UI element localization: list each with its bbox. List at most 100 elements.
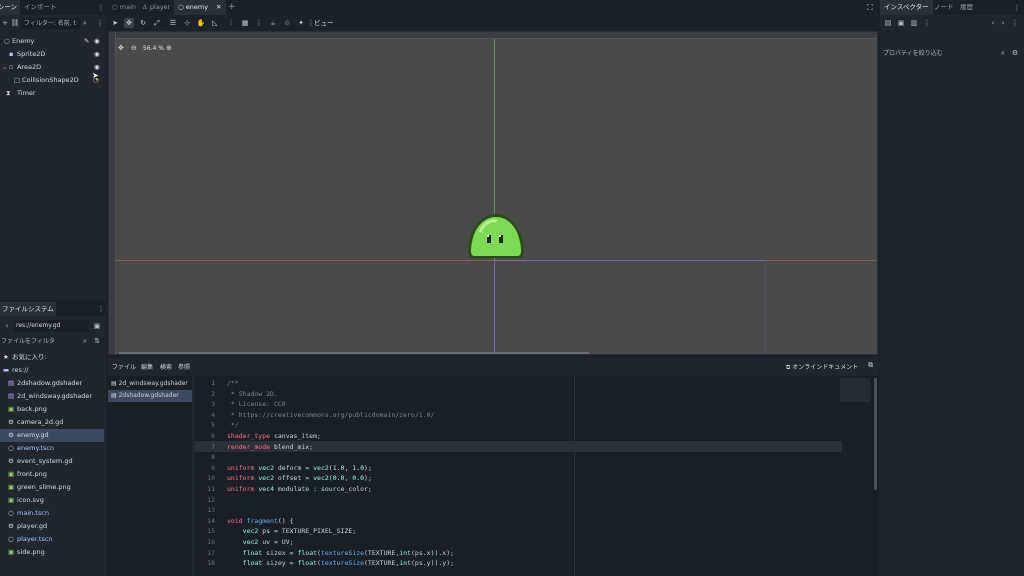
menu-file[interactable]: ファイル (112, 362, 136, 371)
ruler-tool-icon[interactable]: ◺ (210, 18, 220, 28)
new-resource-icon[interactable]: ▤ (883, 18, 893, 28)
zoom-level[interactable]: 56.4 % (143, 45, 164, 52)
fullscreen-toggle-icon[interactable]: ⛶ (867, 3, 873, 13)
property-options-icon[interactable]: ⚙ (1010, 48, 1020, 58)
tree-item-timer[interactable]: ⧗ Timer (0, 87, 104, 100)
history-forward-icon[interactable]: › (998, 18, 1008, 28)
sort-icon[interactable]: ⇅ (92, 336, 102, 346)
kebab-menu-icon[interactable]: ⋮ (96, 304, 106, 314)
save-resource-icon[interactable]: ▥ (909, 18, 919, 28)
code-line[interactable]: 8 (193, 452, 883, 463)
file-item[interactable]: ⚙ player.gd (0, 520, 104, 533)
code-line[interactable]: 16 vec2 uv = UV; (193, 537, 883, 548)
distraction-free-icon[interactable]: ⧉ (868, 361, 873, 370)
favorites-item[interactable]: ★ お気に入り: (0, 351, 104, 364)
horizontal-scrollbar[interactable] (119, 352, 589, 354)
move-tool-icon[interactable]: ✥ (124, 18, 134, 28)
file-item[interactable]: ○ enemy.tscn (0, 442, 104, 455)
visibility-eye-icon[interactable]: ◉ (94, 35, 100, 48)
code-line[interactable]: 3 * License: CC0 (193, 399, 883, 410)
tree-item-collisionshape2d[interactable]: □ CollisionShape2D ◔ (0, 74, 104, 87)
layout-toggle-icon[interactable]: ▣ (92, 321, 102, 331)
scene-filter-input[interactable]: フィルター: 名前, t (21, 18, 80, 29)
code-line[interactable]: 13 (193, 505, 883, 516)
file-item[interactable]: ▣ green_slime.png (0, 481, 104, 494)
file-item[interactable]: ▣ icon.svg (0, 494, 104, 507)
close-icon[interactable]: ✕ (216, 0, 221, 15)
add-node-icon[interactable]: + (0, 18, 10, 28)
pan-view-icon[interactable]: ✥ (118, 44, 124, 52)
menu-edit[interactable]: 編集 (141, 362, 153, 371)
code-line[interactable]: 18 float sizey = float(textureSize(TEXTU… (193, 558, 883, 569)
code-line[interactable]: 1 /** (193, 378, 883, 389)
grid-snap-icon[interactable]: ▦ (240, 18, 250, 28)
script-list-item-selected[interactable]: ▤ 2dshadow.gdshader (108, 390, 192, 402)
file-item[interactable]: ○ main.tscn (0, 507, 104, 520)
pivot-tool-icon[interactable]: ⊹ (182, 18, 192, 28)
group-icon[interactable]: ⊘ (282, 18, 292, 28)
menu-search[interactable]: 検索 (160, 362, 172, 371)
history-back-icon[interactable]: ‹ (988, 18, 998, 28)
property-filter-input[interactable]: プロパティを絞り込む (883, 48, 995, 59)
code-line[interactable]: 15 vec2 ps = TEXTURE_PIXEL_SIZE; (193, 526, 883, 537)
lock-icon[interactable]: 🔒︎ (268, 18, 278, 28)
search-icon[interactable]: ⌕ (80, 336, 90, 346)
file-item[interactable]: ▤ 2dshadow.gdshader (0, 377, 104, 390)
link-icon[interactable]: ⛓ (10, 18, 20, 28)
path-field[interactable]: res://enemy.gd (14, 320, 89, 332)
tab-enemy-scene[interactable]: ○ enemy ✕ (174, 0, 226, 15)
tab-history[interactable]: 履歴 (960, 0, 973, 15)
tab-main-scene[interactable]: ○ main (112, 0, 136, 15)
add-tab-button[interactable]: + (228, 0, 236, 15)
history-menu-icon[interactable]: ⋮ (1010, 18, 1020, 28)
canvas-viewport[interactable]: ✥ ⊖ 56.4 % ⊕ (108, 31, 878, 355)
code-line[interactable]: 7 render_mode blend_mix; (193, 442, 883, 453)
smart-snap-icon[interactable]: ⫶ (226, 18, 236, 28)
tab-filesystem[interactable]: ファイルシステム (0, 302, 56, 316)
search-icon[interactable]: ⌕ (80, 18, 90, 28)
code-line[interactable]: 4 * https://creativecommons.org/publicdo… (193, 410, 883, 421)
collapse-arrow-icon[interactable]: ⌄ (2, 61, 7, 74)
tab-node[interactable]: ノード (934, 0, 954, 15)
online-docs-button[interactable]: ⧉ オンラインドキュメント (786, 362, 858, 372)
code-line[interactable]: 9 uniform vec2 deform = vec2(1.0, 1.0); (193, 463, 883, 474)
file-filter-input[interactable]: ファイルをフィルタ (0, 336, 78, 347)
tab-player-scene[interactable]: ♙ player (142, 0, 170, 15)
kebab-menu-icon[interactable]: ⋮ (922, 18, 932, 28)
scale-tool-icon[interactable]: ⤢ (152, 18, 162, 28)
visibility-eye-icon[interactable]: ◉ (94, 48, 100, 61)
file-item[interactable]: ▣ back.png (0, 403, 104, 416)
zoom-out-icon[interactable]: ⊖ (131, 44, 137, 52)
file-item[interactable]: ⚙ event_system.gd (0, 455, 104, 468)
slime-sprite[interactable] (466, 212, 526, 260)
code-line[interactable]: 14 void fragment() { (193, 516, 883, 527)
code-line[interactable]: 10 uniform vec2 offset = vec2(0.0, 0.0); (193, 473, 883, 484)
code-line[interactable]: 5 */ (193, 420, 883, 431)
list-tool-icon[interactable]: ☰ (168, 18, 178, 28)
back-arrow-icon[interactable]: ‹ (2, 321, 12, 331)
kebab-menu-icon[interactable]: ⋮ (1012, 3, 1022, 13)
file-item[interactable]: ▤ 2d_windsway.gdshader (0, 390, 104, 403)
file-item[interactable]: ⚙ camera_2d.gd (0, 416, 104, 429)
file-item[interactable]: ⚙ enemy.gd (0, 429, 104, 442)
tree-item-enemy[interactable]: ○ Enemy ✎ ◉ (0, 35, 104, 48)
view-menu-button[interactable]: ビュー (314, 18, 334, 28)
tree-item-sprite2d[interactable]: ▪ Sprite2D ◉ (0, 48, 104, 61)
tab-scene[interactable]: シーン (0, 0, 20, 15)
code-line[interactable]: 11 uniform vec4 modulate : source_color; (193, 484, 883, 495)
search-icon[interactable]: ⌕ (998, 48, 1008, 58)
file-item[interactable]: ▣ side.png (0, 546, 104, 559)
rotate-tool-icon[interactable]: ↻ (138, 18, 148, 28)
tree-item-area2d[interactable]: ⌄ ▫ Area2D ◉ (0, 61, 104, 74)
code-line[interactable]: 12 (193, 495, 883, 506)
menu-goto[interactable]: 参照 (178, 362, 190, 371)
kebab-menu-icon[interactable]: ⋮ (96, 3, 106, 13)
tab-import[interactable]: インポート (24, 0, 57, 15)
kebab-menu-icon[interactable]: ⋮ (95, 18, 105, 28)
select-tool-icon[interactable]: ➤ (110, 18, 120, 28)
kebab-menu-icon[interactable]: ⋮ (254, 18, 264, 28)
pan-tool-icon[interactable]: ✋ (196, 18, 206, 28)
file-item[interactable]: ○ player.tscn (0, 533, 104, 546)
code-line[interactable]: 17 float sizex = float(textureSize(TEXTU… (193, 548, 883, 559)
code-line[interactable]: 6 shader_type canvas_item; (193, 431, 883, 442)
